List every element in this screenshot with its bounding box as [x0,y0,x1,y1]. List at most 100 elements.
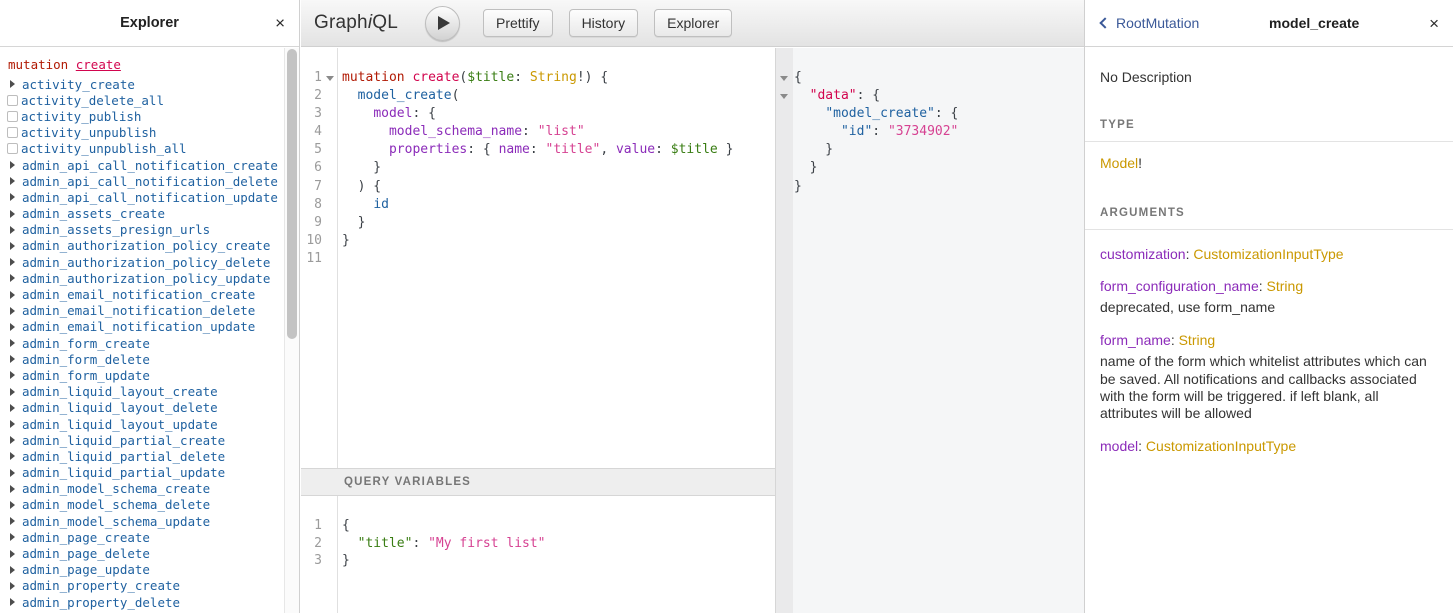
operation-name-input[interactable]: create [76,57,121,72]
variables-line-1: 1{ [301,517,775,535]
explorer-field-admin_liquid_partial_delete[interactable]: admin_liquid_partial_delete [0,448,284,464]
explorer-field-admin_liquid_partial_update[interactable]: admin_liquid_partial_update [0,465,284,481]
argument-type-link[interactable]: CustomizationInputType [1146,438,1296,454]
field-label: admin_email_notification_delete [22,303,255,318]
expand-arrow-icon[interactable] [10,226,15,234]
field-checkbox[interactable] [7,143,18,154]
expand-arrow-icon[interactable] [10,193,15,201]
result-lines: { "data": { "model_create": { "id": "373… [776,69,1084,196]
expand-arrow-icon[interactable] [10,258,15,266]
expand-arrow-icon[interactable] [10,80,15,88]
explorer-field-admin_authorization_policy_create[interactable]: admin_authorization_policy_create [0,238,284,254]
expand-arrow-icon[interactable] [10,501,15,509]
explorer-field-admin_form_create[interactable]: admin_form_create [0,335,284,351]
explorer-field-admin_liquid_layout_update[interactable]: admin_liquid_layout_update [0,416,284,432]
explorer-field-activity_unpublish_all[interactable]: activity_unpublish_all [0,141,284,157]
explorer-field-admin_model_schema_create[interactable]: admin_model_schema_create [0,481,284,497]
expand-arrow-icon[interactable] [10,291,15,299]
expand-arrow-icon[interactable] [10,469,15,477]
expand-arrow-icon[interactable] [10,307,15,315]
variables-line-2: 2 "title": "My first list" [301,535,775,553]
expand-arrow-icon[interactable] [10,566,15,574]
explorer-field-admin_api_call_notification_update[interactable]: admin_api_call_notification_update [0,189,284,205]
explorer-field-admin_assets_create[interactable]: admin_assets_create [0,206,284,222]
expand-arrow-icon[interactable] [10,177,15,185]
explorer-field-admin_property_delete[interactable]: admin_property_delete [0,594,284,610]
expand-arrow-icon[interactable] [10,420,15,428]
argument-type-link[interactable]: String [1267,278,1304,294]
fold-arrow-icon[interactable] [326,76,334,81]
expand-arrow-icon[interactable] [10,404,15,412]
explorer-field-admin_form_delete[interactable]: admin_form_delete [0,351,284,367]
explorer-field-admin_email_notification_delete[interactable]: admin_email_notification_delete [0,303,284,319]
code-text: "title": "My first list" [342,535,546,553]
execute-button[interactable] [425,6,460,41]
field-checkbox[interactable] [7,111,18,122]
explorer-close-icon[interactable]: × [275,15,285,32]
result-line-1: { [776,69,1084,87]
explorer-field-admin_form_update[interactable]: admin_form_update [0,367,284,383]
explorer-scrollbar-thumb[interactable] [287,49,297,339]
query-variables-bar[interactable]: QUERY VARIABLES [301,468,775,496]
explorer-field-admin_liquid_partial_create[interactable]: admin_liquid_partial_create [0,432,284,448]
expand-arrow-icon[interactable] [10,517,15,525]
expand-arrow-icon[interactable] [10,485,15,493]
expand-arrow-icon[interactable] [10,388,15,396]
field-label: admin_page_create [22,530,150,545]
query-editor[interactable]: 1mutation create($title: String!) {2 mod… [301,48,775,468]
explorer-field-admin_authorization_policy_update[interactable]: admin_authorization_policy_update [0,270,284,286]
explorer-field-admin_property_create[interactable]: admin_property_create [0,578,284,594]
explorer-field-activity_create[interactable]: activity_create [0,76,284,92]
field-label: admin_page_update [22,562,150,577]
expand-arrow-icon[interactable] [10,550,15,558]
explorer-field-admin_assets_presign_urls[interactable]: admin_assets_presign_urls [0,222,284,238]
code-text: } [342,232,350,250]
toolbar-button-prettify[interactable]: Prettify [483,9,553,37]
explorer-field-admin_page_create[interactable]: admin_page_create [0,529,284,545]
expand-arrow-icon[interactable] [10,242,15,250]
field-label: admin_liquid_partial_delete [22,449,225,464]
expand-arrow-icon[interactable] [10,161,15,169]
explorer-field-admin_model_schema_update[interactable]: admin_model_schema_update [0,513,284,529]
explorer-field-admin_email_notification_update[interactable]: admin_email_notification_update [0,319,284,335]
expand-arrow-icon[interactable] [10,371,15,379]
line-number: 4 [301,123,322,141]
doc-close-icon[interactable]: × [1429,15,1439,32]
explorer-field-admin_model_schema_delete[interactable]: admin_model_schema_delete [0,497,284,513]
explorer-field-admin_email_notification_create[interactable]: admin_email_notification_create [0,286,284,302]
field-checkbox[interactable] [7,95,18,106]
explorer-field-admin_api_call_notification_delete[interactable]: admin_api_call_notification_delete [0,173,284,189]
argument-type-link[interactable]: CustomizationInputType [1193,246,1343,262]
expand-arrow-icon[interactable] [10,533,15,541]
expand-arrow-icon[interactable] [10,598,15,606]
explorer-field-activity_unpublish[interactable]: activity_unpublish [0,125,284,141]
explorer-field-admin_page_update[interactable]: admin_page_update [0,562,284,578]
expand-arrow-icon[interactable] [10,452,15,460]
expand-arrow-icon[interactable] [10,355,15,363]
expand-arrow-icon[interactable] [10,274,15,282]
explorer-field-admin_authorization_policy_delete[interactable]: admin_authorization_policy_delete [0,254,284,270]
expand-arrow-icon[interactable] [10,210,15,218]
field-label: activity_publish [21,109,141,124]
toolbar-button-history[interactable]: History [569,9,639,37]
explorer-field-admin_page_delete[interactable]: admin_page_delete [0,545,284,561]
explorer-field-admin_api_call_notification_create[interactable]: admin_api_call_notification_create [0,157,284,173]
expand-arrow-icon[interactable] [10,323,15,331]
toolbar-button-explorer[interactable]: Explorer [654,9,732,37]
explorer-field-activity_delete_all[interactable]: activity_delete_all [0,92,284,108]
explorer-field-activity_publish[interactable]: activity_publish [0,108,284,124]
fold-arrow-icon[interactable] [780,94,788,99]
expand-arrow-icon[interactable] [10,436,15,444]
explorer-field-admin_liquid_layout_create[interactable]: admin_liquid_layout_create [0,384,284,400]
explorer-scrollbar[interactable] [284,48,299,613]
doc-back-link[interactable]: RootMutation [1101,15,1199,31]
variables-editor[interactable]: 1{2 "title": "My first list"3} [301,496,775,613]
explorer-field-admin_liquid_layout_delete[interactable]: admin_liquid_layout_delete [0,400,284,416]
argument-type-link[interactable]: String [1179,332,1216,348]
field-checkbox[interactable] [7,127,18,138]
expand-arrow-icon[interactable] [10,582,15,590]
type-link[interactable]: Model [1100,155,1138,171]
argument-separator: : [1138,438,1146,454]
fold-arrow-icon[interactable] [780,76,788,81]
expand-arrow-icon[interactable] [10,339,15,347]
